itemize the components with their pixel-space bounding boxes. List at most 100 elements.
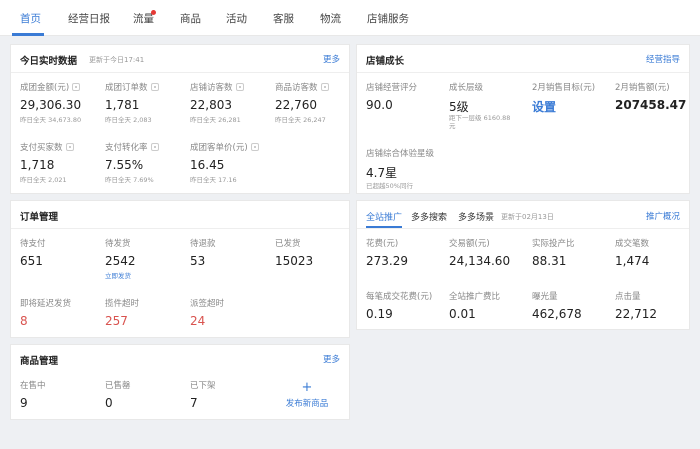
- metric-conversion-rate[interactable]: 支付转化率 7.55% 昨日全天 7.69%: [105, 141, 189, 184]
- product-on-sale[interactable]: 在售中 9: [20, 379, 104, 411]
- metric-label: 实际投产比: [532, 238, 575, 249]
- metric-paying-buyers[interactable]: 支付买家数 1,718 昨日全天 2,021: [20, 141, 104, 184]
- info-icon[interactable]: [320, 82, 329, 91]
- tab-scene-promotion[interactable]: 多多场景: [458, 210, 494, 223]
- metric-label: 派签超时: [190, 298, 225, 309]
- metric-growth-level: 成长层级 5级 距下一层级 6160.88元: [449, 81, 533, 131]
- metric-value: 273.29: [366, 254, 408, 268]
- metric-label: 揽件超时: [105, 298, 140, 309]
- metric-compare: 昨日全天 26,281: [190, 116, 241, 124]
- metric-value: 29,306.30: [20, 98, 82, 112]
- promotion-card: 全站推广 多多搜索 多多场景 更新于02月13日 推广概况 花费(元) 273.…: [356, 200, 690, 330]
- metric-label: 每笔成交花费(元): [366, 291, 433, 302]
- realtime-updated: 更新于今日17:41: [89, 56, 145, 64]
- metric-value: 462,678: [532, 307, 582, 321]
- info-icon[interactable]: [65, 142, 74, 151]
- divider: [11, 228, 349, 229]
- nav-logistics[interactable]: 物流: [320, 11, 341, 26]
- metric-label: 店铺综合体验星级: [366, 148, 435, 159]
- product-delisted[interactable]: 已下架 7: [190, 379, 274, 411]
- store-growth-card: 店铺成长 经营指导 店铺经营评分 90.0 成长层级 5级 距下一层级 6160…: [356, 44, 690, 194]
- nav-customer-service[interactable]: 客服: [273, 11, 294, 26]
- order-delivery-timeout[interactable]: 派签超时 24: [190, 297, 274, 329]
- promo-updated: 更新于02月13日: [501, 213, 554, 221]
- order-delay-warning[interactable]: 即将延迟发货 8: [20, 297, 104, 329]
- metric-experience-stars: 店铺综合体验星级 4.7星 已超越50%同行: [366, 147, 450, 191]
- metric-value: 24: [190, 314, 206, 328]
- metric-label: 成长层级: [449, 82, 484, 93]
- products-more-link[interactable]: 更多: [323, 353, 340, 365]
- metric-avg-order-value[interactable]: 成团客单价(元) 16.45 昨日全天 17.16: [190, 141, 274, 184]
- metric-value: 1,474: [615, 254, 650, 268]
- active-tab-indicator: [12, 33, 44, 36]
- metric-label: 曝光量: [532, 291, 558, 302]
- order-shipped[interactable]: 已发货 15023: [275, 237, 359, 269]
- metric-value: 9: [20, 396, 28, 410]
- metric-label: 全站推广费比: [449, 291, 501, 302]
- top-navigation: 首页 经营日报 流量 商品 活动 客服 物流 店铺服务: [0, 0, 700, 36]
- metric-value: 16.45: [190, 158, 225, 172]
- metric-label: 成团金额(元): [20, 82, 70, 93]
- order-management-card: 订单管理 待支付 651 待发货 2542 立即发货 待退款 53 已发货 15…: [10, 200, 350, 338]
- metric-value: 53: [190, 254, 206, 268]
- metric-value: 0: [105, 396, 113, 410]
- info-icon[interactable]: [250, 142, 259, 151]
- publish-product-button[interactable]: + 发布新商品: [272, 381, 342, 409]
- tab-search-promotion[interactable]: 多多搜索: [411, 210, 447, 223]
- metric-value: 7.55%: [105, 158, 144, 172]
- product-sold-out[interactable]: 已售罄 0: [105, 379, 189, 411]
- promo-overview-link[interactable]: 推广概况: [646, 210, 680, 222]
- metric-value: 24,134.60: [449, 254, 511, 268]
- metric-monthly-sales: 2月销售额(元) 207458.47: [615, 81, 699, 113]
- info-icon[interactable]: [150, 82, 159, 91]
- ship-now-link[interactable]: 立即发货: [105, 270, 189, 280]
- metric-value: 88.31: [532, 254, 567, 268]
- info-icon[interactable]: [235, 82, 244, 91]
- info-icon[interactable]: [72, 82, 81, 91]
- divider: [357, 228, 689, 229]
- order-pickup-timeout[interactable]: 揽件超时 257: [105, 297, 189, 329]
- nav-home[interactable]: 首页: [20, 11, 41, 26]
- metric-value: 90.0: [366, 98, 393, 112]
- tab-site-promotion[interactable]: 全站推广: [366, 210, 402, 223]
- nav-store-services[interactable]: 店铺服务: [367, 11, 409, 26]
- metric-product-visitors[interactable]: 商品访客数 22,760 昨日全天 26,247: [275, 81, 359, 124]
- metric-value: 5级: [449, 100, 469, 114]
- product-management-card: 商品管理 更多 在售中 9 已售罄 0 已下架 7 + 发布新商品: [10, 344, 350, 420]
- metric-compare: 昨日全天 17.16: [190, 176, 237, 184]
- info-icon[interactable]: [150, 142, 159, 151]
- realtime-title: 今日实时数据: [20, 56, 78, 67]
- metric-value: 15023: [275, 254, 314, 268]
- metric-store-visitors[interactable]: 店铺访客数 22,803 昨日全天 26,281: [190, 81, 274, 124]
- order-pending-payment[interactable]: 待支付 651: [20, 237, 104, 269]
- promo-deals: 成交笔数 1,474: [615, 237, 699, 269]
- metric-label: 支付转化率: [105, 142, 148, 153]
- set-target-link[interactable]: 设置: [532, 98, 616, 114]
- metric-value: 1,781: [105, 98, 140, 112]
- metric-label: 待支付: [20, 238, 46, 249]
- notification-dot: [151, 10, 156, 15]
- plus-icon: +: [301, 380, 313, 395]
- growth-guide-link[interactable]: 经营指导: [646, 53, 680, 65]
- nav-activities[interactable]: 活动: [226, 11, 247, 26]
- metric-orders[interactable]: 成团订单数 1,781 昨日全天 2,083: [105, 81, 189, 124]
- metric-value: 22,712: [615, 307, 657, 321]
- nav-daily-report[interactable]: 经营日报: [68, 11, 110, 26]
- metric-value: 0.01: [449, 307, 476, 321]
- metric-compare: 昨日全天 26,247: [275, 116, 326, 124]
- metric-value: 2542: [105, 254, 136, 268]
- metric-value: 651: [20, 254, 43, 268]
- metric-gmv[interactable]: 成团金额(元) 29,306.30 昨日全天 34,673.80: [20, 81, 104, 124]
- nav-products[interactable]: 商品: [180, 11, 201, 26]
- metric-label: 已发货: [275, 238, 301, 249]
- order-pending-refund[interactable]: 待退款 53: [190, 237, 274, 269]
- metric-compare: 昨日全天 34,673.80: [20, 116, 82, 124]
- divider: [357, 72, 689, 73]
- promo-impressions: 曝光量 462,678: [532, 290, 616, 322]
- metric-label: 2月销售额(元): [615, 82, 670, 93]
- realtime-more-link[interactable]: 更多: [323, 53, 340, 65]
- metric-label: 成交笔数: [615, 238, 650, 249]
- metric-label: 已下架: [190, 380, 216, 391]
- order-pending-shipment[interactable]: 待发货 2542 立即发货: [105, 237, 189, 281]
- metric-sales-target: 2月销售目标(元) 设置: [532, 81, 616, 115]
